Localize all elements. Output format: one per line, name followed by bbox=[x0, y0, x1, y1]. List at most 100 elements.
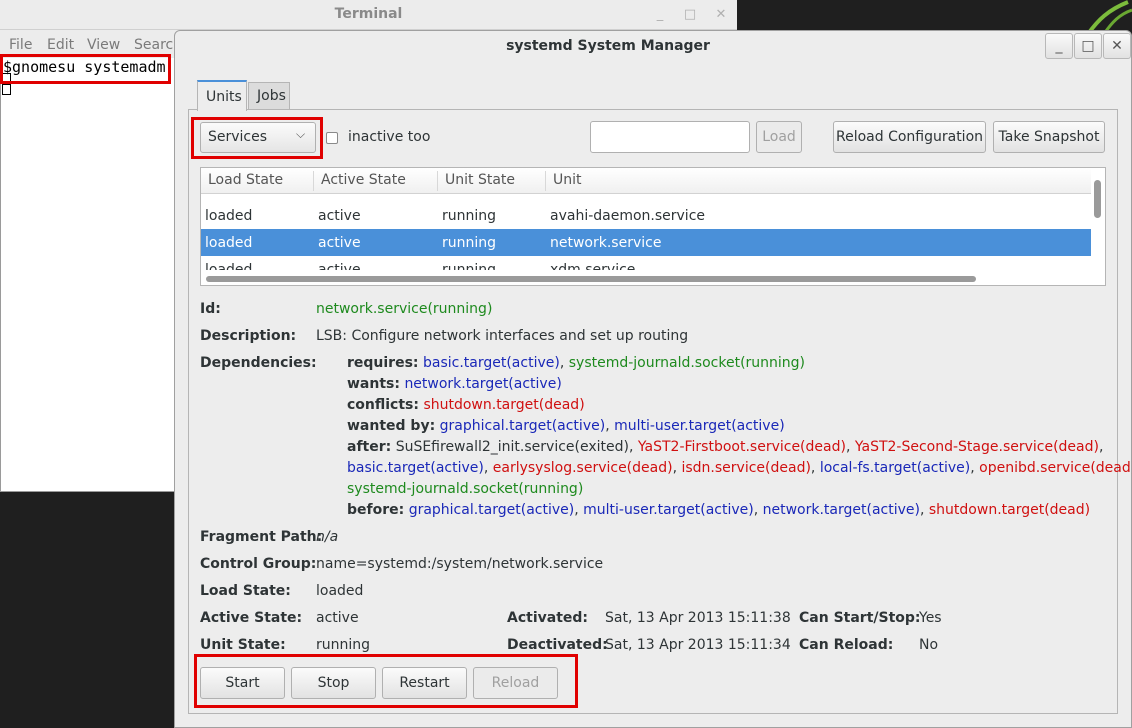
cell-active-state: active bbox=[318, 235, 361, 251]
cell-unit: network.service bbox=[550, 235, 662, 251]
dep-link[interactable]: SuSEfirewall2_init.service(exited) bbox=[396, 439, 629, 455]
horizontal-scrollbar[interactable] bbox=[206, 276, 976, 282]
reload-configuration-button[interactable]: Reload Configuration bbox=[833, 121, 986, 153]
terminal-close-icon[interactable]: ✕ bbox=[713, 7, 729, 23]
terminal-maximize-icon[interactable]: □ bbox=[682, 7, 698, 23]
terminal-menu-view[interactable]: View bbox=[87, 37, 120, 53]
dep-link[interactable]: YaST2-Second-Stage.service(dead) bbox=[855, 439, 1099, 455]
control-group-label: Control Group: bbox=[200, 556, 317, 572]
dep-link[interactable]: isdn.service(dead) bbox=[681, 460, 810, 476]
dep-link[interactable]: graphical.target(active) bbox=[440, 418, 606, 434]
dep-link[interactable]: multi-user.target(active) bbox=[583, 502, 754, 518]
dependency-before: before: graphical.target(active), multi-… bbox=[347, 502, 1091, 518]
unit-state-label: Unit State: bbox=[200, 637, 286, 653]
activated-label: Activated: bbox=[507, 610, 589, 626]
vertical-scrollbar[interactable] bbox=[1094, 180, 1101, 218]
dep-link[interactable]: shutdown.target(dead) bbox=[423, 397, 584, 413]
load-state-label: Load State: bbox=[200, 583, 291, 599]
dep-link[interactable]: systemd-journald.socket(running) bbox=[569, 355, 805, 371]
dependencies-label: Dependencies: bbox=[200, 355, 317, 371]
buttons-highlight-box bbox=[194, 654, 578, 708]
dep-link[interactable]: multi-user.target(active) bbox=[614, 418, 785, 434]
column-active-state[interactable]: Active State bbox=[321, 172, 406, 188]
dependency-after-cont: basic.target(active), earlysyslog.servic… bbox=[347, 460, 1132, 476]
dependency-wanted-by: wanted by: graphical.target(active), mul… bbox=[347, 418, 785, 434]
inactive-too-checkbox[interactable] bbox=[326, 132, 338, 144]
take-snapshot-button[interactable]: Take Snapshot bbox=[993, 121, 1105, 153]
description-label: Description: bbox=[200, 328, 297, 344]
cell-unit: xdm.service bbox=[550, 262, 636, 270]
terminal-minimize-icon[interactable]: _ bbox=[652, 7, 668, 23]
can-start-stop-value: Yes bbox=[919, 610, 942, 626]
dependency-after: after: SuSEfirewall2_init.service(exited… bbox=[347, 439, 1104, 455]
dep-link[interactable]: earlysyslog.service(dead) bbox=[493, 460, 673, 476]
dependency-after-cont: systemd-journald.socket(running) bbox=[347, 481, 583, 497]
column-separator bbox=[437, 171, 438, 191]
terminal-cursor bbox=[2, 84, 11, 95]
dep-key-conflicts: conflicts: bbox=[347, 397, 419, 413]
window-title: systemd System Manager bbox=[506, 38, 710, 54]
dep-link[interactable]: basic.target(active) bbox=[423, 355, 560, 371]
terminal-menu-edit[interactable]: Edit bbox=[47, 37, 74, 53]
dependency-conflicts: conflicts: shutdown.target(dead) bbox=[347, 397, 585, 413]
dep-link[interactable]: graphical.target(active) bbox=[409, 502, 575, 518]
cell-load-state: loaded bbox=[205, 235, 253, 251]
dep-key-after: after: bbox=[347, 439, 392, 455]
column-separator bbox=[545, 171, 546, 191]
dep-key-wanted-by: wanted by: bbox=[347, 418, 436, 434]
dep-link[interactable]: openibd.service(dead) bbox=[979, 460, 1132, 476]
can-start-stop-label: Can Start/Stop: bbox=[799, 610, 921, 626]
dep-key-requires: requires: bbox=[347, 355, 419, 371]
dep-link[interactable]: shutdown.target(dead) bbox=[929, 502, 1090, 518]
terminal-title: Terminal bbox=[334, 6, 403, 22]
can-reload-value: No bbox=[919, 637, 939, 653]
cell-load-state: loaded bbox=[205, 208, 253, 224]
table-row[interactable]: loaded active running xdm.service bbox=[201, 256, 1091, 270]
column-load-state[interactable]: Load State bbox=[208, 172, 283, 188]
dep-link[interactable]: YaST2-Firstboot.service(dead) bbox=[638, 439, 846, 455]
dropdown-highlight-box bbox=[191, 117, 323, 159]
column-separator bbox=[313, 171, 314, 191]
table-row[interactable]: loaded active running avahi-daemon.servi… bbox=[201, 203, 1091, 230]
dep-link[interactable]: basic.target(active) bbox=[347, 460, 484, 476]
dep-key-before: before: bbox=[347, 502, 405, 518]
leaf-decoration-icon bbox=[1086, 0, 1132, 34]
table-row-selected[interactable]: loaded active running network.service bbox=[201, 229, 1091, 256]
cell-unit-state: running bbox=[442, 262, 497, 270]
dep-link[interactable]: network.target(active) bbox=[763, 502, 920, 518]
tab-jobs[interactable]: Jobs bbox=[248, 82, 290, 109]
cell-unit-state: running bbox=[442, 235, 497, 251]
cell-load-state: loaded bbox=[205, 262, 253, 270]
unit-name-input[interactable] bbox=[590, 121, 750, 153]
minimize-icon[interactable]: _ bbox=[1045, 33, 1073, 59]
can-reload-label: Can Reload: bbox=[799, 637, 894, 653]
active-state-label: Active State: bbox=[200, 610, 303, 626]
deactivated-value: Sat, 13 Apr 2013 15:11:34 bbox=[605, 637, 791, 653]
column-unit-state[interactable]: Unit State bbox=[445, 172, 515, 188]
maximize-icon[interactable]: □ bbox=[1074, 33, 1102, 59]
cell-unit-state: running bbox=[442, 208, 497, 224]
fragment-path-label: Fragment Path: bbox=[200, 529, 323, 545]
column-unit[interactable]: Unit bbox=[553, 172, 582, 188]
id-value[interactable]: network.service(running) bbox=[316, 301, 492, 317]
command-highlight-box bbox=[0, 54, 171, 84]
description-value: LSB: Configure network interfaces and se… bbox=[316, 328, 689, 344]
cell-active-state: active bbox=[318, 208, 361, 224]
cell-unit: avahi-daemon.service bbox=[550, 208, 706, 224]
dep-link[interactable]: network.target(active) bbox=[404, 376, 561, 392]
active-state-value: active bbox=[316, 610, 359, 626]
dep-link[interactable]: local-fs.target(active) bbox=[820, 460, 970, 476]
terminal-menu-file[interactable]: File bbox=[9, 37, 32, 53]
dep-link[interactable]: systemd-journald.socket(running) bbox=[347, 481, 583, 497]
unit-state-value: running bbox=[316, 637, 371, 653]
load-button[interactable]: Load bbox=[756, 121, 802, 153]
id-label: Id: bbox=[200, 301, 221, 317]
tab-units[interactable]: Units bbox=[197, 80, 247, 111]
cell-active-state: active bbox=[318, 262, 361, 270]
control-group-value: name=systemd:/system/network.service bbox=[316, 556, 604, 572]
close-icon[interactable]: ✕ bbox=[1103, 33, 1131, 59]
deactivated-label: Deactivated: bbox=[507, 637, 608, 653]
dep-key-wants: wants: bbox=[347, 376, 400, 392]
inactive-too-label[interactable]: inactive too bbox=[348, 129, 430, 145]
load-state-value: loaded bbox=[316, 583, 364, 599]
